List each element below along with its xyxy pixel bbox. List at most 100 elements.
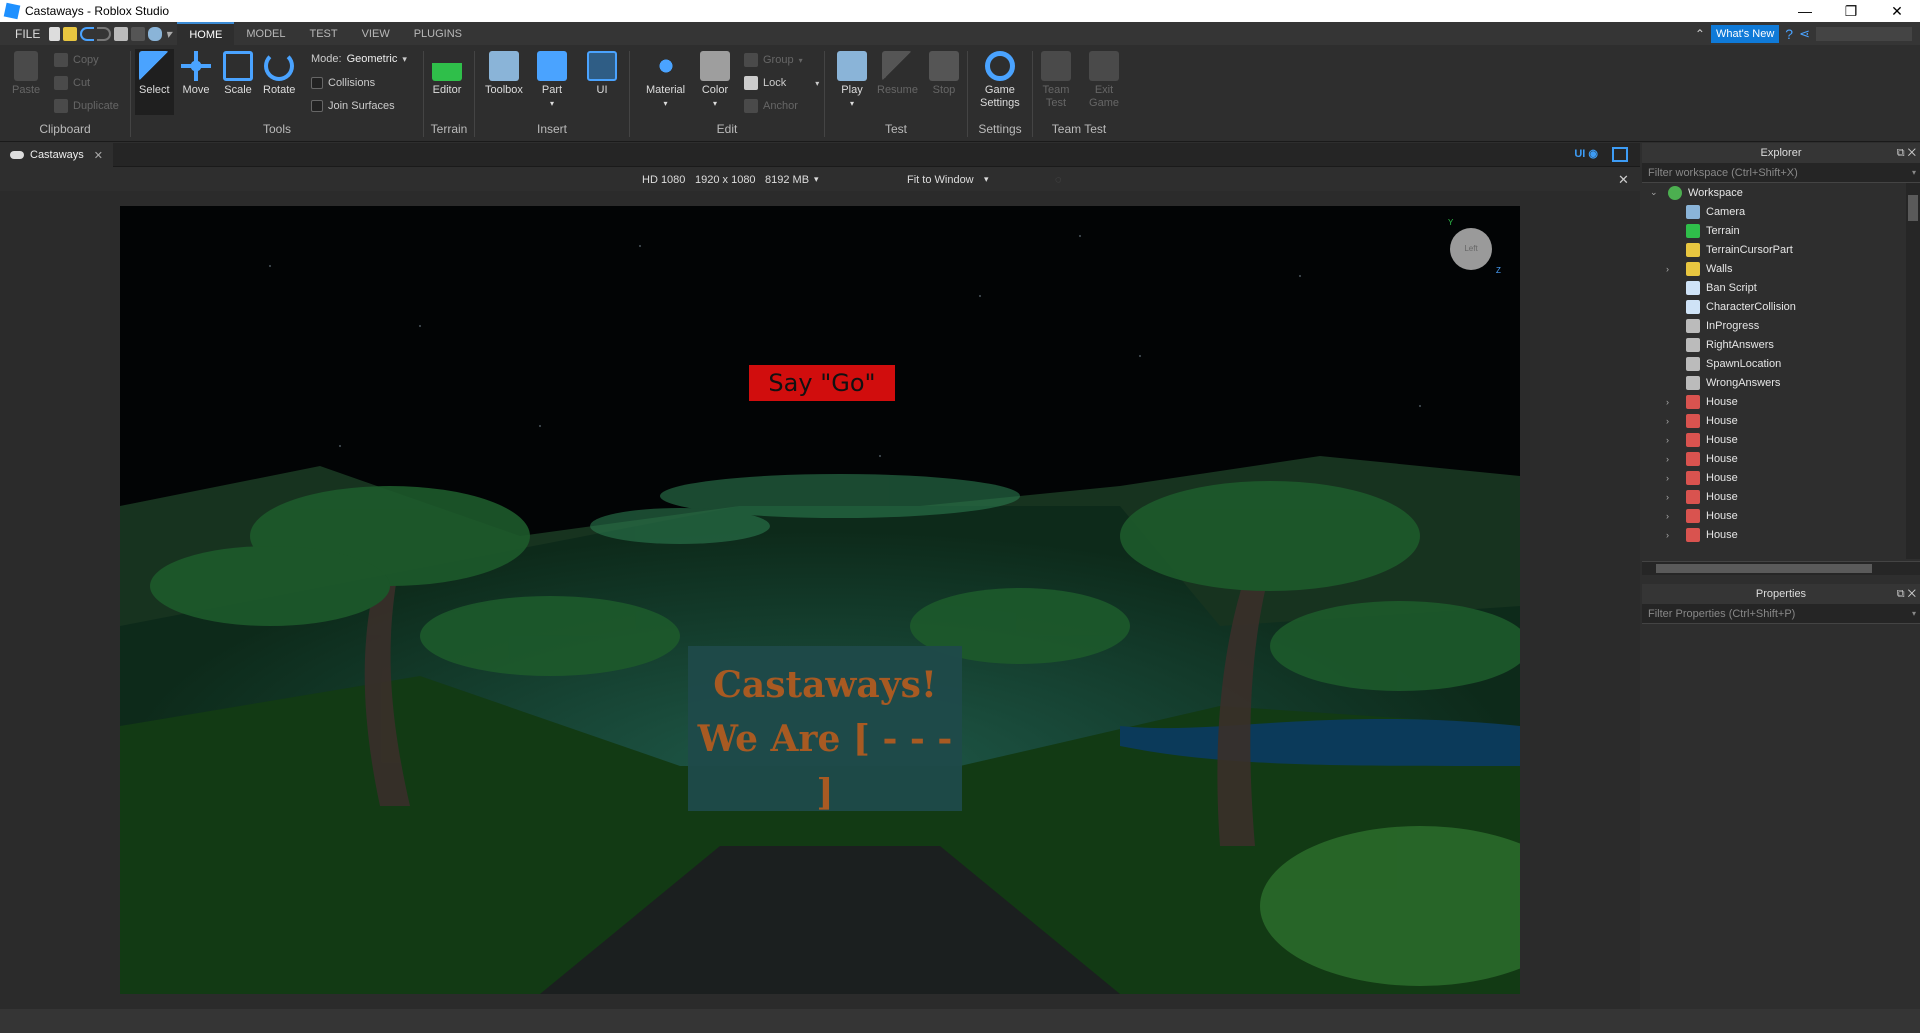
expand-arrow-icon[interactable]: › bbox=[1666, 492, 1669, 502]
chevron-down-icon[interactable]: ▾ bbox=[1912, 604, 1916, 624]
expand-arrow-icon[interactable]: › bbox=[1666, 473, 1669, 483]
explorer-item[interactable]: › House bbox=[1666, 411, 1738, 430]
device-label[interactable]: HD 1080 bbox=[642, 174, 685, 186]
duplicate-button[interactable]: Duplicate bbox=[54, 99, 119, 113]
publish-icon[interactable] bbox=[114, 26, 129, 41]
explorer-item[interactable]: RightAnswers bbox=[1686, 335, 1774, 354]
explorer-item[interactable]: › House bbox=[1666, 449, 1738, 468]
chevron-down-icon[interactable]: ▾ bbox=[984, 174, 989, 185]
group-button[interactable]: Group ▾ bbox=[744, 53, 803, 67]
expand-arrow-icon[interactable]: › bbox=[1666, 397, 1669, 407]
join-surfaces-toggle[interactable]: Join Surfaces bbox=[311, 100, 395, 112]
color-button[interactable]: Color ▾ bbox=[700, 51, 730, 110]
explorer-item[interactable]: › Walls bbox=[1666, 259, 1732, 278]
explorer-item[interactable]: Camera bbox=[1686, 202, 1745, 221]
tab-view[interactable]: VIEW bbox=[350, 22, 402, 45]
ui-visibility-toggle[interactable]: UI ◉ bbox=[1574, 147, 1598, 160]
binoculars-icon[interactable] bbox=[148, 26, 163, 41]
explorer-filter-input[interactable]: Filter workspace (Ctrl+Shift+X) ▾ bbox=[1642, 163, 1920, 183]
customize-toolbar-icon[interactable]: ▾ bbox=[165, 27, 171, 41]
tab-plugins[interactable]: PLUGINS bbox=[402, 22, 474, 45]
fit-to-window-label[interactable]: Fit to Window bbox=[907, 174, 974, 186]
explorer-item[interactable]: ⌄ Workspace bbox=[1650, 183, 1743, 202]
explorer-horizontal-scrollbar[interactable] bbox=[1642, 561, 1920, 575]
scroll-thumb[interactable] bbox=[1656, 564, 1872, 573]
document-tab-castaways[interactable]: Castaways ✕ bbox=[0, 143, 114, 167]
expand-arrow-icon[interactable]: › bbox=[1666, 454, 1669, 464]
join-surfaces-checkbox[interactable] bbox=[311, 100, 323, 112]
open-folder-icon[interactable] bbox=[63, 26, 78, 41]
chevron-down-icon[interactable]: ▾ bbox=[1912, 163, 1916, 183]
terrain-editor-button[interactable]: Editor bbox=[432, 51, 462, 97]
memory-label[interactable]: 8192 MB bbox=[765, 174, 809, 186]
expand-arrow-icon[interactable]: › bbox=[1666, 416, 1669, 426]
expand-arrow-icon[interactable]: › bbox=[1666, 264, 1669, 274]
close-emulator-icon[interactable]: ✕ bbox=[1618, 172, 1629, 188]
paste-button[interactable]: Paste bbox=[12, 51, 40, 97]
explorer-item[interactable]: › House bbox=[1666, 392, 1738, 411]
viewport[interactable]: Say "Go" Castaways! We Are [ - - - ] Lef… bbox=[0, 191, 1640, 1009]
orientation-icon[interactable]: ◌ bbox=[1055, 174, 1062, 186]
copy-button[interactable]: Copy bbox=[54, 53, 99, 67]
explorer-item[interactable]: Terrain bbox=[1686, 221, 1740, 240]
device-emulator-icon[interactable] bbox=[1612, 147, 1628, 162]
explorer-vertical-scrollbar[interactable] bbox=[1906, 183, 1920, 559]
undo-icon[interactable] bbox=[80, 26, 95, 41]
insert-ui-button[interactable]: UI bbox=[587, 51, 617, 97]
exit-game-button[interactable]: Exit Game bbox=[1089, 51, 1119, 110]
game-scene[interactable]: Say "Go" Castaways! We Are [ - - - ] Lef… bbox=[120, 206, 1520, 994]
expand-arrow-icon[interactable]: › bbox=[1666, 530, 1669, 540]
tab-model[interactable]: MODEL bbox=[234, 22, 297, 45]
help-icon[interactable]: ? bbox=[1785, 26, 1793, 42]
close-tab-icon[interactable]: ✕ bbox=[94, 149, 103, 162]
view-cube[interactable]: Left bbox=[1450, 228, 1492, 270]
move-button[interactable]: Move bbox=[181, 51, 211, 97]
explorer-item[interactable]: › House bbox=[1666, 525, 1738, 544]
material-button[interactable]: Material ▾ bbox=[646, 51, 685, 110]
redo-icon[interactable] bbox=[97, 26, 112, 41]
explorer-item[interactable]: › House bbox=[1666, 506, 1738, 525]
properties-filter-input[interactable]: Filter Properties (Ctrl+Shift+P) ▾ bbox=[1642, 604, 1920, 624]
explorer-item[interactable]: › House bbox=[1666, 430, 1738, 449]
collapse-ribbon-icon[interactable]: ⌃ bbox=[1695, 27, 1705, 41]
file-menu[interactable]: FILE bbox=[0, 27, 49, 41]
play-button[interactable]: Play ▾ bbox=[837, 51, 867, 110]
scroll-thumb[interactable] bbox=[1908, 195, 1918, 221]
part-button[interactable]: Part ▾ bbox=[537, 51, 567, 110]
explorer-item[interactable]: CharacterCollision bbox=[1686, 297, 1796, 316]
toolbox-button[interactable]: Toolbox bbox=[485, 51, 523, 97]
close-panel-icon[interactable]: ✕ bbox=[1908, 147, 1916, 159]
select-button[interactable]: Select bbox=[135, 49, 174, 115]
expand-arrow-icon[interactable]: › bbox=[1666, 511, 1669, 521]
expand-arrow-icon[interactable]: ⌄ bbox=[1650, 187, 1658, 198]
collisions-checkbox[interactable] bbox=[311, 77, 323, 89]
dock-icon[interactable]: ⧉ bbox=[1897, 147, 1905, 159]
stop-button[interactable]: Stop bbox=[929, 51, 959, 97]
explorer-item[interactable]: InProgress bbox=[1686, 316, 1759, 335]
tab-test[interactable]: TEST bbox=[297, 22, 349, 45]
game-settings-button[interactable]: Game Settings bbox=[980, 51, 1020, 110]
anchor-button[interactable]: Anchor bbox=[744, 99, 798, 113]
team-test-button[interactable]: Team Test bbox=[1041, 51, 1071, 110]
explorer-item[interactable]: TerrainCursorPart bbox=[1686, 240, 1793, 259]
cut-button[interactable]: Cut bbox=[54, 76, 90, 90]
rotate-button[interactable]: Rotate bbox=[263, 51, 295, 97]
explorer-item[interactable]: › House bbox=[1666, 487, 1738, 506]
minimize-button[interactable]: — bbox=[1782, 0, 1828, 22]
chevron-down-icon[interactable]: ▾ bbox=[814, 174, 819, 185]
close-panel-icon[interactable]: ✕ bbox=[1908, 588, 1916, 600]
tab-home[interactable]: HOME bbox=[177, 22, 235, 45]
whats-new-button[interactable]: What's New bbox=[1710, 24, 1780, 43]
resume-button[interactable]: Resume bbox=[877, 51, 918, 97]
save-icon[interactable] bbox=[131, 26, 146, 41]
mode-selector[interactable]: Mode: Geometric ▾ bbox=[311, 53, 407, 65]
close-window-button[interactable]: ✕ bbox=[1874, 0, 1920, 22]
share-icon[interactable]: ⋖ bbox=[1799, 26, 1810, 42]
scale-button[interactable]: Scale bbox=[223, 51, 253, 97]
explorer-item[interactable]: WrongAnswers bbox=[1686, 373, 1780, 392]
explorer-item[interactable]: › House bbox=[1666, 468, 1738, 487]
restore-button[interactable]: ❐ bbox=[1828, 0, 1874, 22]
new-file-icon[interactable] bbox=[49, 26, 61, 41]
explorer-item[interactable]: Ban Script bbox=[1686, 278, 1757, 297]
account-name[interactable] bbox=[1816, 26, 1912, 41]
